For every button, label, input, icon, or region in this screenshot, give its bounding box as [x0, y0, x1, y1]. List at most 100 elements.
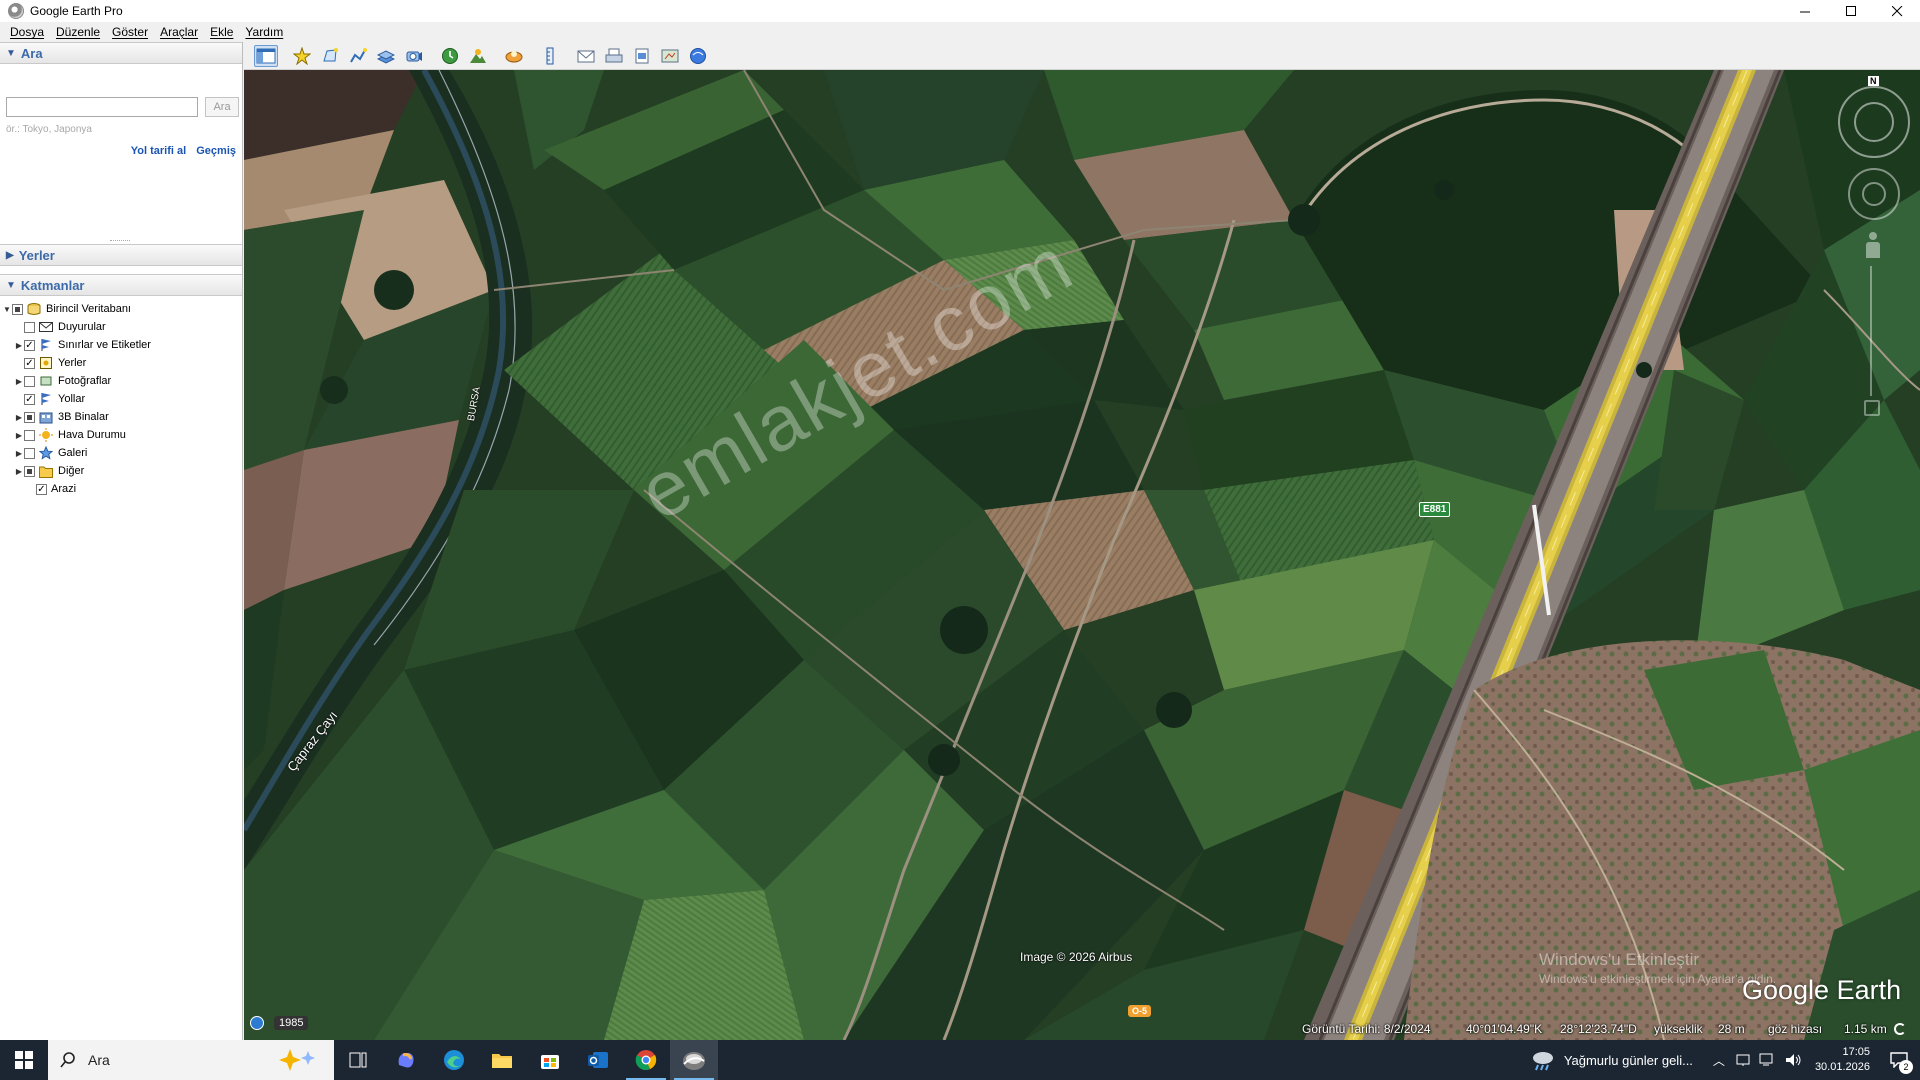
windows-logo-icon — [15, 1051, 33, 1069]
add-placemark-button[interactable] — [290, 45, 314, 67]
layer-row[interactable]: ▶ Hava Durumu — [0, 426, 242, 444]
move-joystick[interactable] — [1848, 168, 1900, 220]
sidebar-toggle-button[interactable] — [254, 44, 278, 67]
layer-checkbox[interactable] — [24, 375, 35, 387]
expand-arrow-icon[interactable]: ▶ — [14, 377, 24, 386]
street-view-pegman-icon[interactable] — [1866, 232, 1880, 258]
add-polygon-button[interactable] — [318, 45, 342, 67]
chrome-button[interactable] — [622, 1040, 670, 1080]
start-button[interactable] — [0, 1040, 48, 1080]
planets-button[interactable] — [502, 45, 526, 67]
outlook-button[interactable] — [574, 1040, 622, 1080]
layer-row[interactable]: ▶ Fotoğraflar — [0, 372, 242, 390]
save-image-button[interactable] — [630, 45, 654, 67]
layer-checkbox[interactable]: ✓ — [24, 357, 35, 369]
layer-checkbox[interactable]: ✓ — [36, 483, 47, 495]
search-input[interactable] — [6, 97, 198, 117]
maximize-button[interactable] — [1828, 0, 1874, 22]
edge-button[interactable] — [430, 1040, 478, 1080]
database-icon — [27, 302, 41, 316]
layer-checkbox[interactable]: ✓ — [24, 339, 35, 351]
save-image-icon — [635, 48, 649, 63]
layer-row[interactable]: ▶ Diğer — [0, 462, 242, 480]
zoom-slider[interactable] — [1870, 266, 1876, 396]
add-path-button[interactable] — [346, 45, 370, 67]
map-viewport[interactable]: emlakjet.com BURSA Çapraz Çayı E881 O-5 … — [244, 70, 1920, 1040]
layer-checkbox[interactable] — [24, 429, 35, 441]
historical-imagery-button[interactable] — [438, 45, 462, 67]
collapse-triangle-icon[interactable]: ▼ — [6, 280, 16, 291]
menu-edit[interactable]: Düzenle — [50, 25, 106, 39]
layer-row[interactable]: ✓ Yerler — [0, 354, 242, 372]
expand-arrow-icon[interactable]: ▶ — [14, 431, 24, 440]
menu-tools[interactable]: Araçlar — [154, 25, 204, 39]
resize-grip[interactable] — [110, 240, 130, 242]
directions-link[interactable]: Yol tarifi al — [131, 145, 186, 157]
menu-file[interactable]: Dosya — [4, 25, 50, 39]
record-tour-button[interactable] — [402, 45, 426, 67]
layer-row[interactable]: ✓ Yollar — [0, 390, 242, 408]
expand-arrow-icon[interactable]: ▶ — [14, 341, 24, 350]
layer-row[interactable]: ✓ Arazi — [0, 480, 242, 498]
window-title: Google Earth Pro — [30, 4, 123, 18]
collapse-triangle-icon[interactable]: ▼ — [6, 48, 16, 59]
layer-row[interactable]: ▶ Galeri — [0, 444, 242, 462]
print-button[interactable] — [602, 45, 626, 67]
notification-center-button[interactable]: 2 — [1884, 1045, 1914, 1075]
menu-add[interactable]: Ekle — [204, 25, 239, 39]
places-panel-header[interactable]: ▶ Yerler — [0, 244, 242, 266]
ruler-button[interactable] — [538, 45, 562, 67]
path-icon — [350, 47, 367, 62]
close-button[interactable] — [1874, 0, 1920, 22]
file-explorer-button[interactable] — [478, 1040, 526, 1080]
layer-row[interactable]: ▶ ✓ Sınırlar ve Etiketler — [0, 336, 242, 354]
layer-checkbox[interactable] — [24, 447, 35, 459]
layers-panel-header[interactable]: ▼ Katmanlar — [0, 274, 242, 296]
layer-checkbox[interactable] — [24, 321, 35, 333]
layer-label: Birincil Veritabanı — [46, 303, 131, 315]
zoom-out-icon[interactable] — [1864, 400, 1880, 416]
task-view-button[interactable] — [334, 1040, 382, 1080]
google-earth-taskbar-button[interactable] — [670, 1040, 718, 1080]
email-button[interactable] — [574, 45, 598, 67]
layer-checkbox[interactable] — [24, 465, 35, 477]
volume-icon — [1785, 1054, 1801, 1066]
layer-checkbox[interactable] — [24, 411, 35, 423]
layer-row[interactable]: ▶ 3B Binalar — [0, 408, 242, 426]
search-icon — [60, 1052, 75, 1068]
expand-arrow-icon[interactable]: ▶ — [14, 467, 24, 476]
title-bar: Google Earth Pro — [0, 0, 1920, 22]
longitude: 28°12'23.74"D — [1560, 1022, 1637, 1036]
store-button[interactable] — [526, 1040, 574, 1080]
chevron-up-icon[interactable]: ︿ — [1713, 1052, 1725, 1069]
layer-checkbox[interactable] — [12, 303, 23, 315]
menu-help[interactable]: Yardım — [239, 25, 289, 39]
sunlight-button[interactable] — [466, 45, 490, 67]
expand-triangle-icon[interactable]: ▶ — [6, 250, 14, 261]
map-view-button[interactable] — [658, 45, 682, 67]
layer-row[interactable]: ▼ Birincil Veritabanı — [0, 300, 242, 318]
history-link[interactable]: Geçmiş — [196, 145, 236, 157]
expand-arrow-icon[interactable]: ▶ — [14, 449, 24, 458]
placemark-icon — [293, 46, 311, 65]
layer-row[interactable]: Duyurular — [0, 318, 242, 336]
north-label: N — [1868, 76, 1879, 86]
layer-label: Fotoğraflar — [58, 375, 112, 387]
search-panel-header[interactable]: ▼ Ara — [0, 42, 242, 64]
taskbar-search[interactable]: Ara — [48, 1040, 334, 1080]
google-maps-button[interactable] — [686, 45, 710, 67]
look-joystick[interactable] — [1838, 86, 1910, 158]
minimize-button[interactable] — [1782, 0, 1828, 22]
weather-text[interactable]: Yağmurlu günler geli... — [1564, 1053, 1693, 1068]
expand-arrow-icon[interactable]: ▶ — [14, 413, 24, 422]
copilot-button[interactable] — [382, 1040, 430, 1080]
menu-view[interactable]: Göster — [106, 25, 154, 39]
eye-altitude-label: göz hizası — [1768, 1022, 1823, 1036]
image-overlay-button[interactable] — [374, 45, 398, 67]
clock[interactable]: 17:05 30.01.2026 — [1815, 1045, 1870, 1075]
streaming-icon — [1894, 1023, 1906, 1035]
collapse-arrow-icon[interactable]: ▼ — [2, 305, 12, 314]
layer-checkbox[interactable]: ✓ — [24, 393, 35, 405]
search-button[interactable]: Ara — [205, 97, 239, 117]
folder-icon — [492, 1054, 512, 1068]
